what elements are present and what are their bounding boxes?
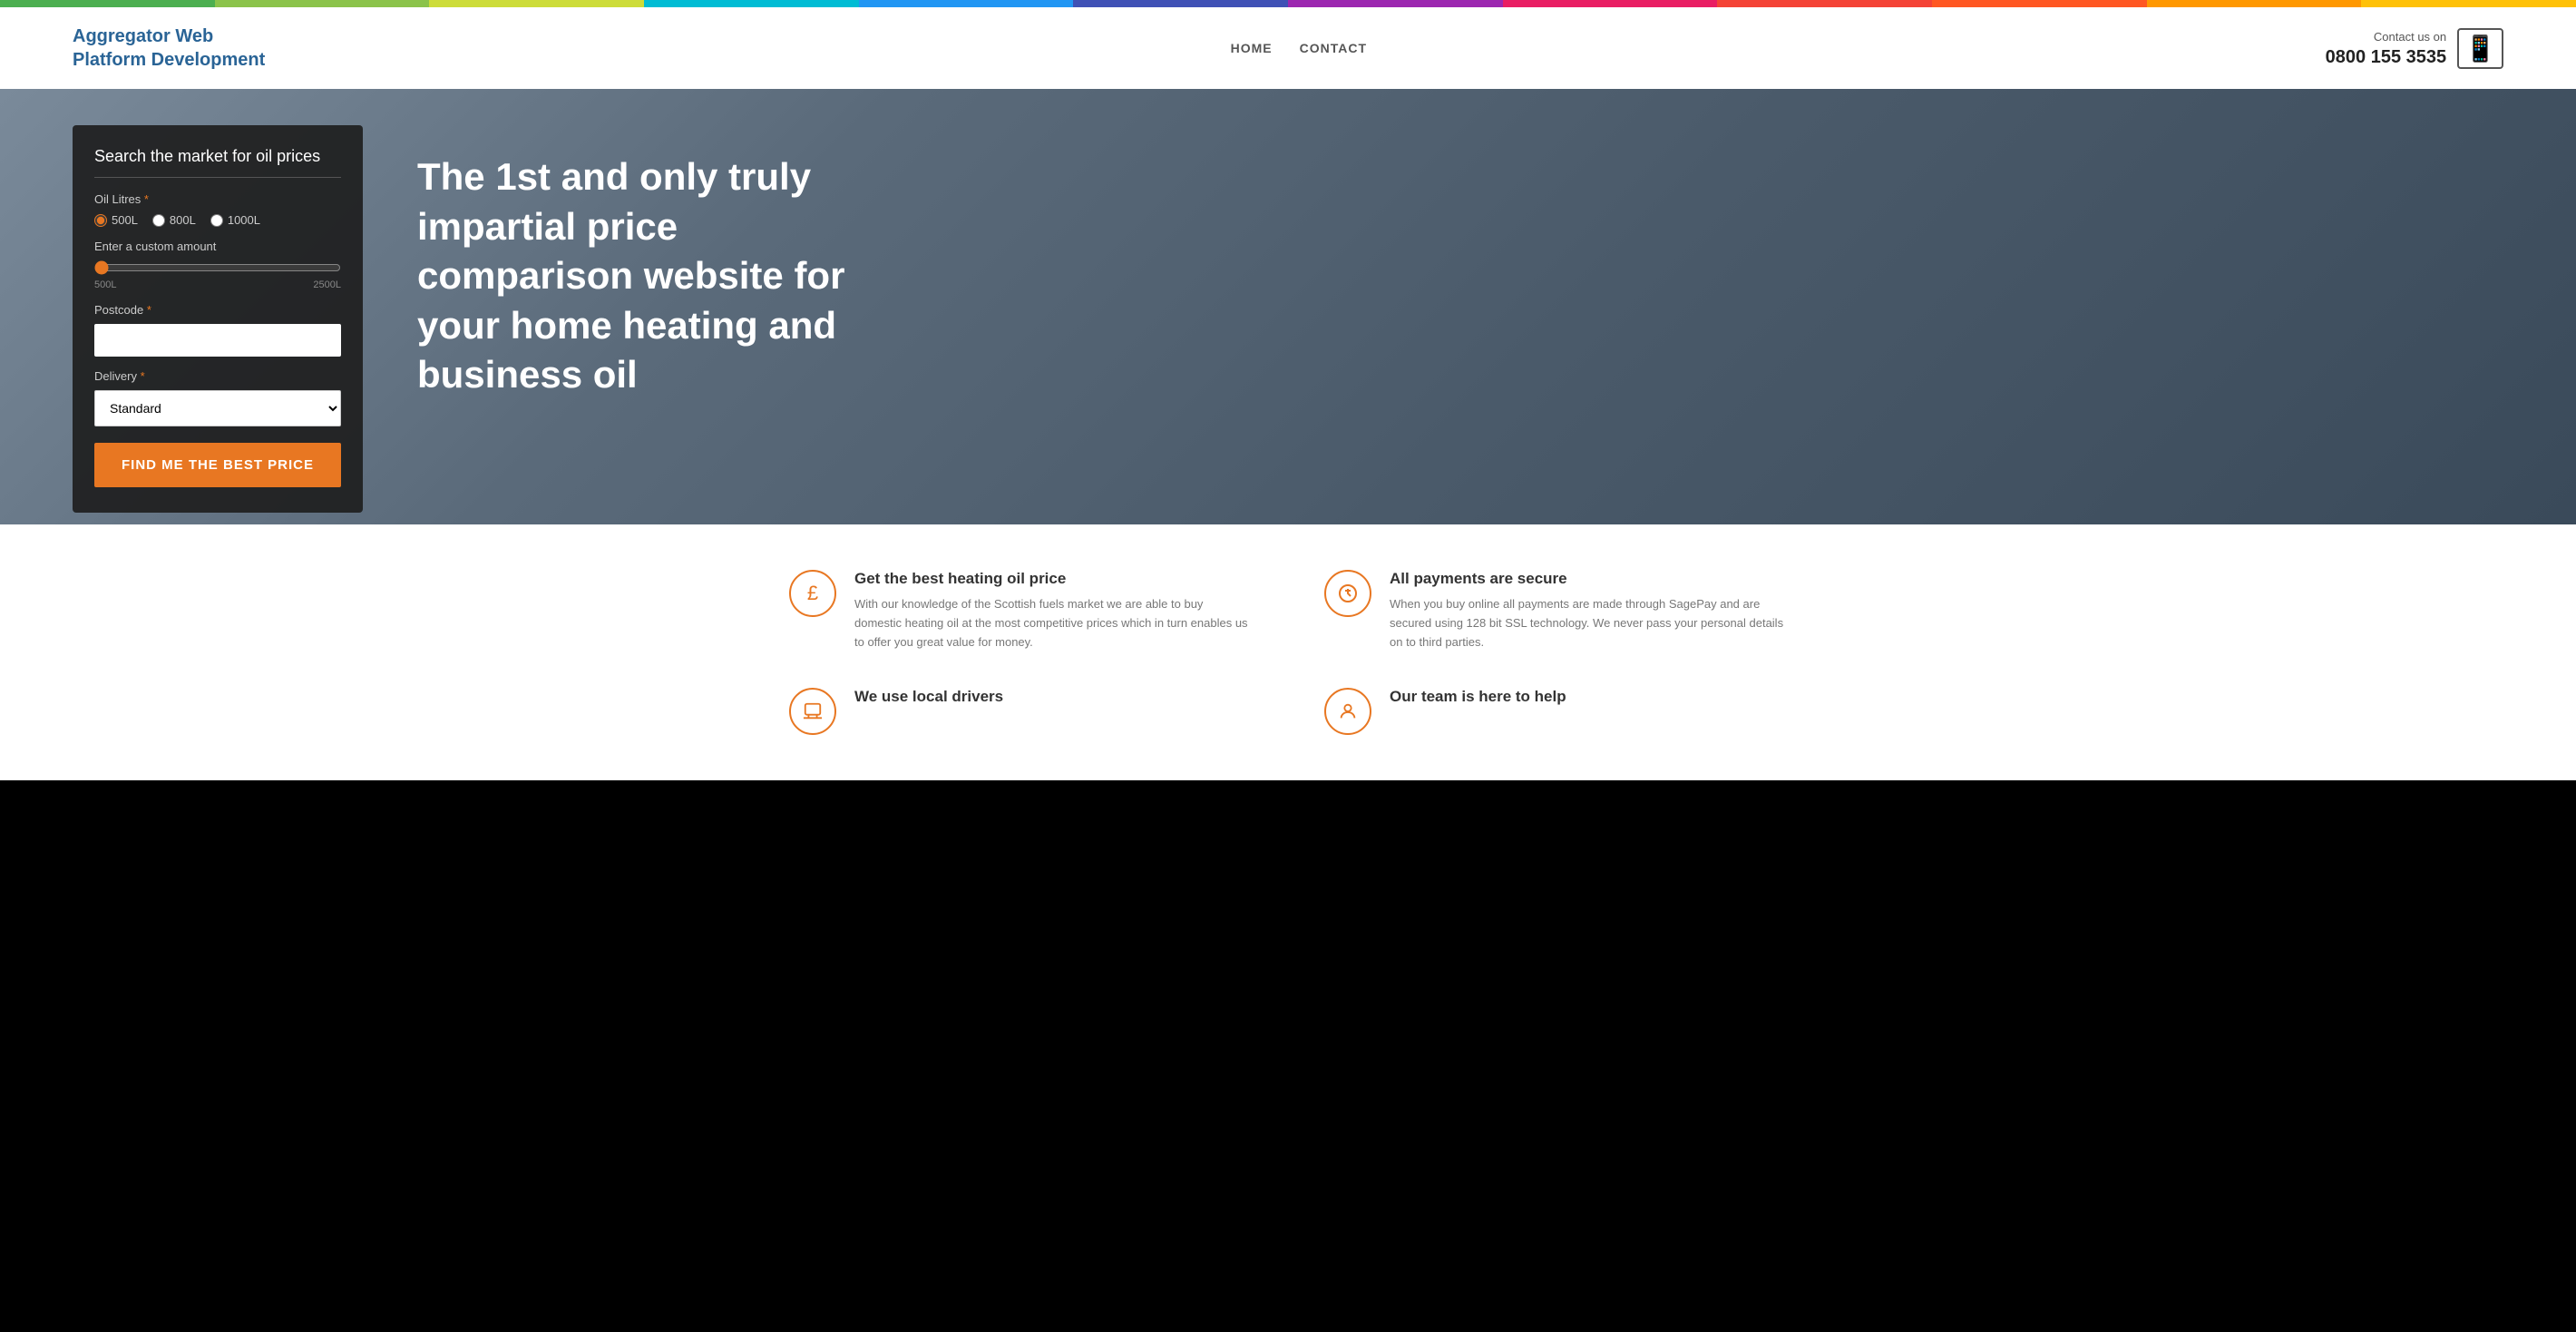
radio-input-1000[interactable] <box>210 214 223 227</box>
litres-slider[interactable] <box>94 260 341 275</box>
phone-icon: 📱 <box>2457 28 2503 69</box>
contact-label: Contact us on <box>2326 28 2446 47</box>
radio-input-800[interactable] <box>152 214 165 227</box>
radio-input-500[interactable] <box>94 214 107 227</box>
postcode-label: Postcode * <box>94 303 341 317</box>
features-section: £ Get the best heating oil price With ou… <box>0 524 2576 780</box>
delivery-select[interactable]: Standard Express <box>94 390 341 426</box>
slider-container: 500L 2500L <box>94 260 341 290</box>
header-contact: Contact us on 0800 155 3535 📱 <box>2326 28 2503 69</box>
radio-label-500: 500L <box>112 213 138 227</box>
radio-label-1000: 1000L <box>228 213 260 227</box>
header: Aggregator Web Platform Development HOME… <box>0 7 2576 89</box>
hero-tagline: The 1st and only truly impartial price c… <box>417 152 889 400</box>
oil-litres-radio-group: 500L 800L 1000L <box>94 213 341 227</box>
feature-icon-2 <box>1324 570 1371 617</box>
slider-min: 500L <box>94 279 116 290</box>
search-form: Search the market for oil prices Oil Lit… <box>73 125 363 513</box>
oil-litres-label: Oil Litres * <box>94 192 341 206</box>
feature-title-2: All payments are secure <box>1390 570 1787 588</box>
feature-text-4: Our team is here to help <box>1390 688 1566 713</box>
hero-content: Search the market for oil prices Oil Lit… <box>0 89 2576 524</box>
feature-title-3: We use local drivers <box>854 688 1003 706</box>
find-best-price-button[interactable]: FIND ME THE BEST PRICE <box>94 443 341 487</box>
hero-section: Search the market for oil prices Oil Lit… <box>0 89 2576 524</box>
phone-number: 0800 155 3535 <box>2326 47 2446 68</box>
feature-text-1: Get the best heating oil price With our … <box>854 570 1252 651</box>
feature-icon-4 <box>1324 688 1371 735</box>
feature-item-4: Our team is here to help <box>1324 688 1787 735</box>
feature-desc-1: With our knowledge of the Scottish fuels… <box>854 595 1252 651</box>
features-grid: £ Get the best heating oil price With ou… <box>789 570 1787 735</box>
feature-desc-2: When you buy online all payments are mad… <box>1390 595 1787 651</box>
nav-contact[interactable]: CONTACT <box>1300 41 1367 55</box>
custom-amount-label: Enter a custom amount <box>94 240 341 253</box>
feature-text-2: All payments are secure When you buy onl… <box>1390 570 1787 651</box>
feature-item-1: £ Get the best heating oil price With ou… <box>789 570 1252 651</box>
postcode-input[interactable] <box>94 324 341 357</box>
search-form-title: Search the market for oil prices <box>94 147 341 178</box>
feature-title-4: Our team is here to help <box>1390 688 1566 706</box>
slider-labels: 500L 2500L <box>94 279 341 290</box>
feature-item-3: We use local drivers <box>789 688 1252 735</box>
main-nav: HOME CONTACT <box>1231 41 1367 55</box>
slider-max: 2500L <box>313 279 341 290</box>
feature-item-2: All payments are secure When you buy onl… <box>1324 570 1787 651</box>
logo: Aggregator Web Platform Development <box>73 24 272 72</box>
radio-label-800: 800L <box>170 213 196 227</box>
color-bar <box>0 0 2576 7</box>
radio-1000l[interactable]: 1000L <box>210 213 260 227</box>
feature-icon-3 <box>789 688 836 735</box>
feature-icon-1: £ <box>789 570 836 617</box>
delivery-label: Delivery * <box>94 369 341 383</box>
radio-500l[interactable]: 500L <box>94 213 138 227</box>
feature-text-3: We use local drivers <box>854 688 1003 713</box>
feature-title-1: Get the best heating oil price <box>854 570 1252 588</box>
radio-800l[interactable]: 800L <box>152 213 196 227</box>
nav-home[interactable]: HOME <box>1231 41 1273 55</box>
